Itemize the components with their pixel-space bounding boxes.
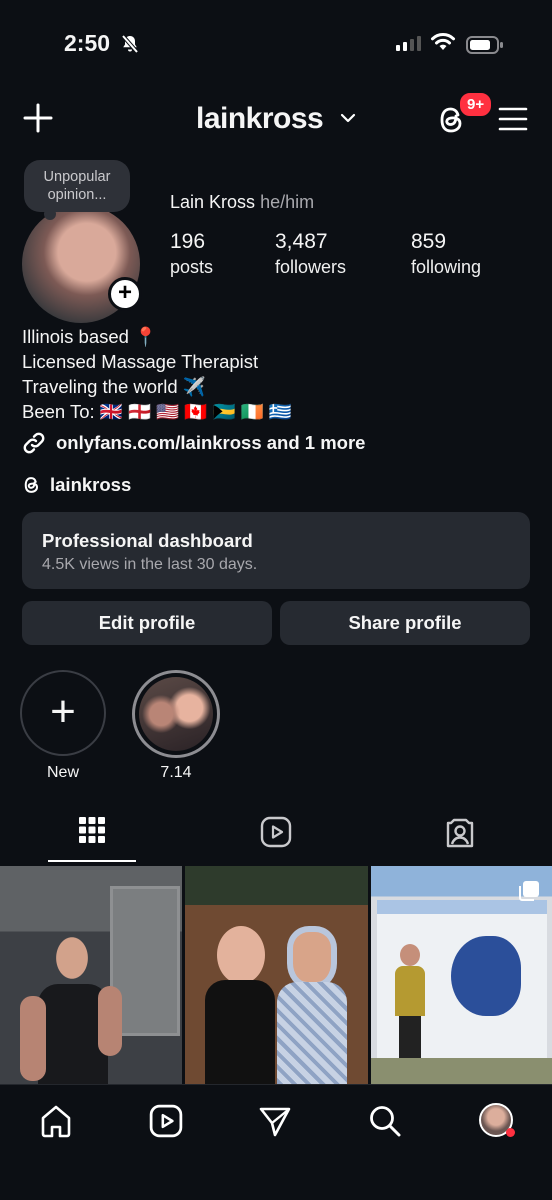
dashboard-title: Professional dashboard (42, 530, 253, 551)
cellular-signal-icon (396, 36, 421, 51)
highlight-label: New (46, 764, 79, 781)
carousel-icon (519, 881, 539, 901)
full-name-text: Lain Kross (170, 192, 256, 212)
threads-handle[interactable]: lainkross (50, 474, 131, 496)
home-icon[interactable] (39, 1104, 73, 1138)
highlight-label: 7.14 (160, 764, 192, 781)
silent-bell-icon (121, 34, 139, 54)
chevron-down-icon[interactable] (340, 112, 356, 124)
post-image-detail (20, 996, 46, 1081)
post-thumbnail[interactable] (185, 866, 368, 1092)
followers-label[interactable]: followers (275, 257, 346, 278)
share-profile-button[interactable]: Share profile (280, 601, 530, 645)
post-image-person (205, 926, 275, 1090)
username-switcher[interactable]: lainkross (196, 102, 324, 136)
posts-label[interactable]: posts (170, 257, 213, 278)
bio-line: Illinois based 📍 (22, 326, 158, 347)
followers-count[interactable]: 3,487 (275, 230, 328, 254)
bio-link-text[interactable]: onlyfans.com/lainkross and 1 more (56, 432, 365, 454)
bio-line: Traveling the world ✈️ (22, 376, 206, 397)
bottom-navigation (0, 1084, 552, 1200)
search-icon[interactable] (368, 1104, 402, 1138)
dashboard-subtitle: 4.5K views in the last 30 days. (42, 556, 258, 573)
threads-icon (24, 477, 39, 493)
notification-dot (506, 1128, 515, 1137)
edit-profile-button[interactable]: Edit profile (22, 601, 272, 645)
post-image-person (395, 944, 425, 1064)
tagged-icon[interactable] (444, 816, 476, 848)
bio-link[interactable]: onlyfans.com/lainkross and 1 more (22, 431, 365, 455)
following-label[interactable]: following (411, 257, 481, 278)
bio: Illinois based 📍 Licensed Massage Therap… (22, 324, 292, 424)
menu-icon[interactable] (498, 106, 528, 132)
story-highlight[interactable] (132, 670, 220, 758)
post-thumbnail[interactable] (0, 866, 182, 1084)
threads-link[interactable]: lainkross (22, 474, 131, 496)
grid-icon[interactable] (78, 816, 106, 844)
add-story-button[interactable]: + (108, 277, 142, 311)
pronouns: he/him (260, 192, 315, 212)
link-icon (23, 432, 45, 454)
battery-icon (466, 36, 503, 54)
full-name: Lain Kross he/him (170, 192, 314, 213)
post-image-person (277, 926, 347, 1092)
profile-note[interactable]: Unpopular opinion... (24, 160, 130, 212)
reels-nav-icon[interactable] (149, 1104, 183, 1138)
wifi-icon (431, 33, 455, 50)
bio-line: Been To: 🇬🇧 🏴󠁧󠁢󠁥󠁮󠁧󠁿 🇺🇸 🇨🇦 🇧🇸 🇮🇪 🇬🇷 (22, 401, 292, 422)
bio-line: Licensed Massage Therapist (22, 351, 259, 372)
post-image-ground (371, 1058, 552, 1084)
post-image-detail (98, 986, 122, 1056)
active-tab-indicator (48, 860, 136, 862)
reels-icon[interactable] (260, 816, 292, 848)
posts-count[interactable]: 196 (170, 230, 205, 254)
notification-badge: 9+ (458, 91, 494, 118)
professional-dashboard[interactable]: Professional dashboard 4.5K views in the… (22, 512, 530, 589)
status-time: 2:50 (64, 30, 111, 56)
highlight-cover (139, 677, 213, 751)
send-icon[interactable] (258, 1104, 292, 1138)
post-image-bird (451, 936, 521, 1016)
following-count[interactable]: 859 (411, 230, 446, 254)
plus-icon: + (50, 687, 76, 736)
create-button[interactable] (22, 102, 54, 134)
